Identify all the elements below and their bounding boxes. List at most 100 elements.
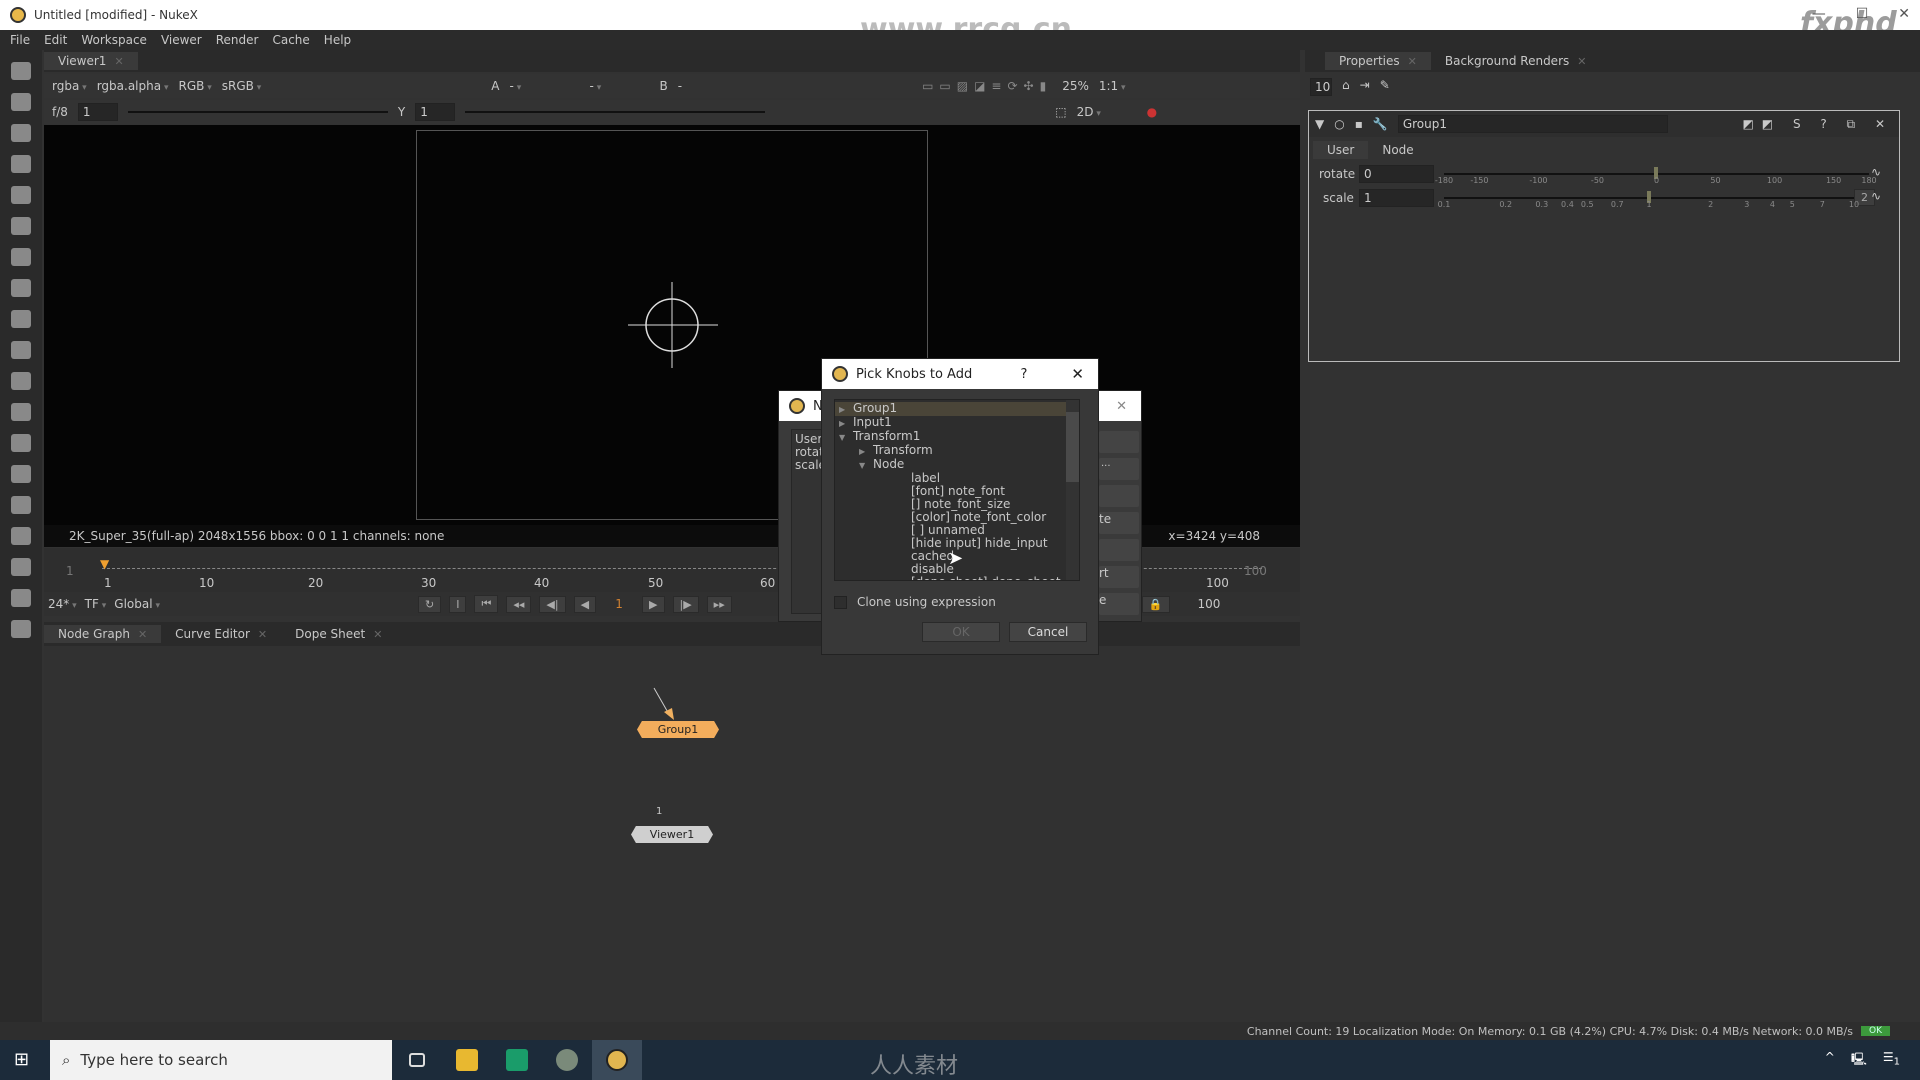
cancel-button[interactable]: Cancel <box>1009 622 1087 642</box>
expanded-arrow-icon[interactable]: ▼ <box>839 431 853 444</box>
collapsed-arrow-icon[interactable]: ▶ <box>859 445 873 458</box>
prev-frame-button[interactable]: ◀| <box>539 595 566 613</box>
close-icon[interactable]: ✕ <box>114 55 123 68</box>
tree-scrollbar[interactable] <box>1066 400 1079 580</box>
keyer-icon[interactable] <box>11 248 31 266</box>
delete-button[interactable]: te <box>1099 512 1139 534</box>
roi-icon[interactable]: ⬚ <box>1055 105 1066 119</box>
gain-field[interactable]: 1 <box>77 103 118 121</box>
zoom-level[interactable]: 25% <box>1062 79 1089 93</box>
display-select[interactable]: RGB <box>178 79 211 93</box>
tab-user[interactable]: User <box>1313 141 1369 159</box>
taskbar-search[interactable]: ⌕ Type here to search <box>50 1040 392 1080</box>
next-keyframe-button[interactable]: ▸▸ <box>706 595 732 613</box>
scale-field[interactable]: 1 <box>1359 189 1434 207</box>
close-icon[interactable]: ✕ <box>373 628 382 641</box>
fstop-label[interactable]: f/8 <box>52 105 68 119</box>
node-viewer1[interactable]: Viewer1 <box>631 826 713 843</box>
panel-buttons[interactable]: ◩◩ S ? ⧉ ✕ <box>1742 117 1893 132</box>
particles-icon[interactable] <box>11 372 31 390</box>
close-icon[interactable]: ✕ <box>258 628 267 641</box>
close-icon[interactable]: ✕ <box>1577 55 1586 68</box>
transform-icon[interactable] <box>11 310 31 328</box>
pick-button[interactable]: ... <box>1099 458 1139 480</box>
max-panels-field[interactable]: 10 <box>1310 78 1332 96</box>
play-backward-button[interactable]: ◀ <box>573 595 597 613</box>
nuke-taskbar-icon[interactable] <box>592 1040 642 1080</box>
toolsets-icon[interactable] <box>11 496 31 514</box>
channels-select[interactable]: rgba <box>52 79 87 93</box>
playhead-icon[interactable]: ▼ <box>100 557 109 571</box>
close-window-button[interactable]: ✕ <box>1898 6 1910 22</box>
play-forward-button[interactable]: ▶ <box>642 595 665 613</box>
close-icon[interactable]: ✕ <box>1071 365 1084 383</box>
cara-vr-icon[interactable] <box>11 589 31 607</box>
node-color-icon[interactable]: ○ <box>1334 117 1344 131</box>
menu-help[interactable]: Help <box>324 33 351 47</box>
windows-start-icon[interactable]: ⊞ <box>14 1049 29 1070</box>
tree-item[interactable]: ▶ Transform <box>835 444 1079 458</box>
tab-node[interactable]: Node <box>1368 141 1427 159</box>
pin-icon[interactable]: ⌂ <box>1342 78 1350 96</box>
view-mode-select[interactable]: 2D <box>1077 105 1137 119</box>
menu-cache[interactable]: Cache <box>272 33 309 47</box>
proxy-ratio-select[interactable]: 1:1 <box>1099 79 1126 93</box>
draw-icon[interactable] <box>11 93 31 111</box>
down-button[interactable]: rt <box>1099 566 1139 588</box>
menu-workspace[interactable]: Workspace <box>81 33 147 47</box>
tab-node-graph[interactable]: Node Graph ✕ <box>44 625 162 643</box>
tree-item[interactable]: [dope sheet] dope_sheet <box>835 576 1079 581</box>
help-button[interactable]: ? <box>1021 367 1028 382</box>
file-explorer-icon[interactable] <box>442 1040 492 1080</box>
composite-select[interactable]: - <box>589 79 649 93</box>
viewer-icons[interactable]: ▭▭▨◪≡⟳✣▮ <box>922 79 1052 93</box>
wrench-icon[interactable]: 🔧 <box>1373 117 1388 131</box>
app-icon[interactable] <box>542 1040 592 1080</box>
first-frame-button[interactable]: ⏮ <box>474 595 499 613</box>
deep-icon[interactable] <box>11 403 31 421</box>
tab-dope-sheet[interactable]: Dope Sheet ✕ <box>281 625 396 643</box>
a-input-select[interactable]: - <box>509 79 579 93</box>
menu-render[interactable]: Render <box>216 33 259 47</box>
task-view-icon[interactable] <box>392 1040 442 1080</box>
tree-item[interactable]: ▼ Transform1 <box>835 430 1079 444</box>
other-icon[interactable] <box>11 527 31 545</box>
image-icon[interactable] <box>11 62 31 80</box>
next-frame-button[interactable]: |▶ <box>672 595 699 613</box>
in-point-button[interactable]: I <box>449 595 467 613</box>
lock-icon[interactable]: 🔒 <box>1141 595 1170 613</box>
menu-edit[interactable]: Edit <box>44 33 67 47</box>
ok-button[interactable]: OK <box>922 622 1000 642</box>
network-icon[interactable]: 🖳 <box>1851 1050 1867 1071</box>
tab-curve-editor[interactable]: Curve Editor ✕ <box>161 625 281 643</box>
gain-slider[interactable] <box>127 111 388 113</box>
furnace-icon[interactable] <box>11 558 31 576</box>
current-frame-field[interactable]: 1 <box>604 597 634 611</box>
color-icon[interactable] <box>11 186 31 204</box>
expanded-arrow-icon[interactable]: ▼ <box>859 459 873 472</box>
node-name-field[interactable]: Group1 <box>1397 115 1668 133</box>
filter-icon[interactable] <box>11 217 31 235</box>
menu-viewer[interactable]: Viewer <box>161 33 202 47</box>
range-select[interactable]: Global <box>114 597 160 611</box>
edit-button[interactable] <box>1099 485 1139 507</box>
close-icon[interactable]: ✕ <box>1408 55 1417 68</box>
paint-icon[interactable]: ● <box>1147 105 1157 119</box>
clone-checkbox[interactable] <box>834 595 847 609</box>
tab-properties[interactable]: Properties ✕ <box>1325 52 1431 70</box>
clear-panels-icon[interactable]: ⇥ <box>1360 78 1370 96</box>
chevron-up-icon[interactable]: ^ <box>1825 1050 1835 1071</box>
transform-handle-icon[interactable] <box>628 282 718 372</box>
close-icon[interactable]: ✕ <box>138 628 147 641</box>
collapsed-arrow-icon[interactable]: ▶ <box>839 403 853 416</box>
metadata-icon[interactable] <box>11 465 31 483</box>
menu-file[interactable]: File <box>10 33 30 47</box>
done-button[interactable]: e <box>1099 593 1139 615</box>
views-icon[interactable] <box>11 434 31 452</box>
tab-background-renders[interactable]: Background Renders ✕ <box>1431 52 1601 70</box>
tree-item[interactable]: ▼ Node <box>835 458 1079 472</box>
collapse-icon[interactable]: ▼ <box>1315 117 1324 131</box>
lut-select[interactable]: sRGB <box>222 79 262 93</box>
add-dropdown[interactable] <box>1099 431 1139 453</box>
rotate-field[interactable]: 0 <box>1359 165 1434 183</box>
